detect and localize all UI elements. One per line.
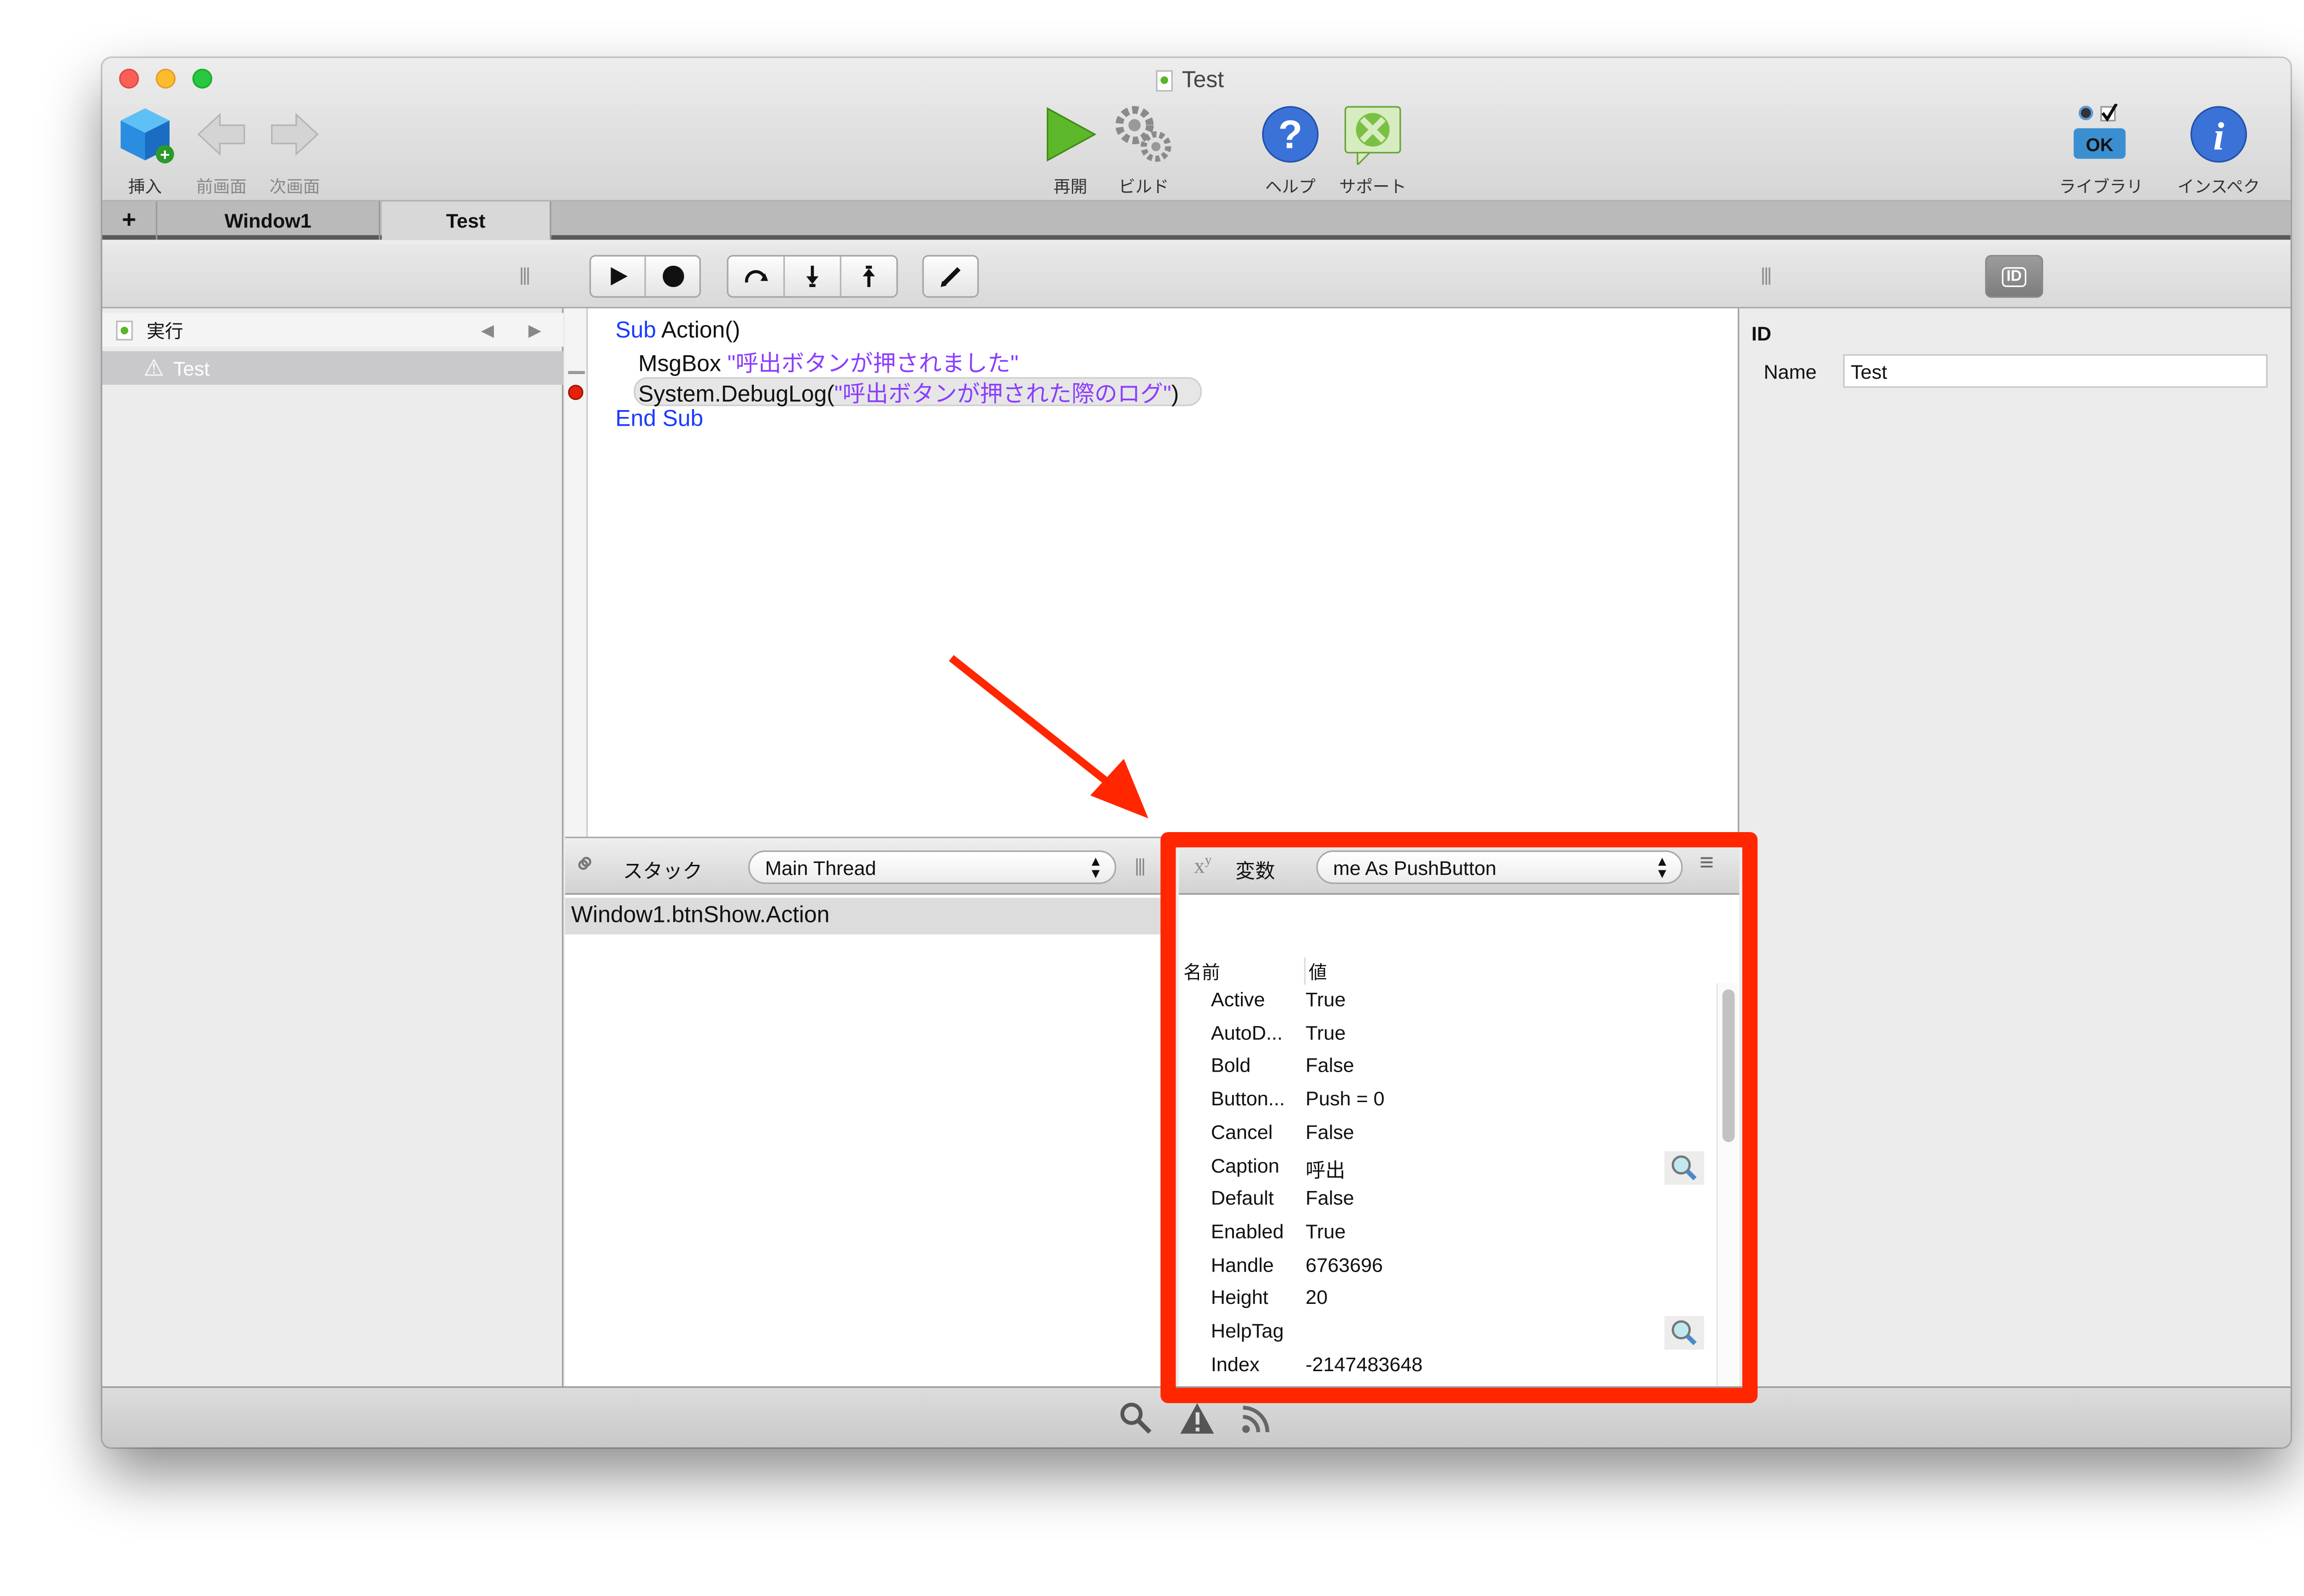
stack-header: ⚭ スタック Main Thread ▲ ▼ ||| <box>565 836 1162 895</box>
code-line: Sub Action() <box>615 317 740 343</box>
window-title: Test <box>1156 67 1224 93</box>
nav-back-arrow-icon[interactable]: ◀ <box>481 320 494 340</box>
resume-play-icon <box>1046 107 1097 162</box>
code-line: End Sub <box>615 406 703 432</box>
library-label: ライブラリ <box>2059 178 2143 197</box>
run-control-group <box>589 255 701 298</box>
sidebar-item-run[interactable]: 実行 ◀ ▶ <box>102 313 564 347</box>
minimize-button[interactable] <box>156 69 176 89</box>
zoom-button[interactable] <box>192 69 212 89</box>
close-button[interactable] <box>119 69 139 89</box>
id-icon: ID <box>2002 266 2027 287</box>
stop-circle-icon <box>662 265 683 287</box>
step-into-icon <box>806 265 819 287</box>
inspector-resize-grip[interactable]: ||| <box>1761 264 1772 285</box>
code-text: System.DebugLog( <box>638 381 835 408</box>
thread-select[interactable]: Main Thread ▲ ▼ <box>748 850 1117 884</box>
step-into-button[interactable] <box>785 256 841 296</box>
add-tab-button[interactable]: + <box>102 201 158 240</box>
run-button[interactable] <box>591 256 646 296</box>
pencil-icon <box>940 267 960 287</box>
insert-cube-icon: + <box>120 108 174 164</box>
code-string: "呼出ボタンが押された際のログ" <box>834 381 1171 408</box>
sidebar-item-test[interactable]: ⚠ Test <box>102 351 564 385</box>
svg-text:?: ? <box>1278 112 1303 157</box>
forward-arrow-icon <box>271 112 319 156</box>
code-line: MsgBox "呼出ボタンが押されました" <box>638 346 1018 379</box>
project-navigator: 実行 ◀ ▶ ⚠ Test <box>102 308 564 1386</box>
thread-select-value: Main Thread <box>765 856 876 879</box>
build-button[interactable]: ビルド <box>1098 104 1190 198</box>
help-button[interactable]: ? ヘルプ <box>1245 104 1336 198</box>
tab-window1[interactable]: Window1 <box>157 201 381 240</box>
library-icon: OK <box>2074 104 2126 159</box>
code-editor[interactable]: Sub Action() MsgBox "呼出ボタンが押されました" Syste… <box>565 308 1740 837</box>
support-button[interactable]: サポート <box>1327 104 1419 198</box>
event-icon: ⚠ <box>143 356 165 382</box>
build-label: ビルド <box>1118 178 1169 197</box>
code-keyword: Sub <box>615 317 656 344</box>
editor-toolbar: ||| ||| ID <box>102 244 2291 309</box>
code-text: MsgBox <box>638 351 728 377</box>
stop-button[interactable] <box>646 257 699 296</box>
stack-frame[interactable]: Window1.btnShow.Action <box>565 898 1162 935</box>
window-title-text: Test <box>1181 67 1224 94</box>
sidebar-item-label: Test <box>173 356 210 380</box>
highlight-box <box>1160 832 1758 1403</box>
warning-icon[interactable] <box>1179 1402 1216 1435</box>
support-label: サポート <box>1339 178 1407 197</box>
search-icon[interactable] <box>1119 1402 1153 1435</box>
panel-resize-grip[interactable]: ||| <box>1134 855 1146 876</box>
code-line: System.DebugLog("呼出ボタンが押された際のログ") <box>638 377 1179 410</box>
document-icon <box>1156 69 1173 91</box>
line-marker <box>568 371 585 374</box>
edit-button[interactable] <box>922 255 979 298</box>
forward-button[interactable]: 次画面 <box>249 104 341 198</box>
sidebar-item-label: 実行 <box>147 320 183 341</box>
step-control-group <box>727 255 898 298</box>
code-text: Action() <box>656 317 741 344</box>
stack-panel: ⚭ スタック Main Thread ▲ ▼ ||| Window1.btnSho… <box>565 836 1162 1386</box>
play-icon <box>610 267 627 286</box>
code-text: ) <box>1171 381 1179 408</box>
breakpoint-icon[interactable] <box>568 385 583 400</box>
svg-text:i: i <box>2213 114 2224 158</box>
code-string: "呼出ボタンが押されました" <box>727 351 1019 377</box>
inspector-section-title: ID <box>1751 322 1772 345</box>
step-over-button[interactable] <box>729 256 785 296</box>
tab-bar: + Window1 Test <box>102 201 2291 240</box>
feed-icon[interactable] <box>1240 1402 1274 1435</box>
svg-text:OK: OK <box>2086 135 2114 155</box>
step-over-icon <box>745 270 768 283</box>
forward-label: 次画面 <box>269 178 320 197</box>
back-arrow-icon <box>197 112 245 156</box>
code-keyword: End Sub <box>615 406 704 432</box>
stack-title: スタック <box>623 859 703 883</box>
step-out-icon <box>863 265 875 287</box>
id-inspector-button[interactable]: ID <box>1985 255 2043 298</box>
inspector-icon: i <box>2190 106 2247 163</box>
library-button[interactable]: OK ライブラリ <box>2055 104 2147 198</box>
run-icon <box>116 320 133 340</box>
support-icon <box>1344 106 1401 165</box>
name-field[interactable]: Test <box>1843 354 2268 388</box>
nav-forward-arrow-icon[interactable]: ▶ <box>529 320 541 340</box>
updown-chevron-icon: ▲ ▼ <box>1088 853 1103 881</box>
link-icon: ⚭ <box>566 845 606 885</box>
svg-text:+: + <box>160 145 170 164</box>
title-toolbar: Test + 挿入 前画面 次画面 再開 ビルド ? ヘルプ サポート OK ラ… <box>102 58 2291 222</box>
build-gears-icon <box>1115 106 1171 162</box>
help-icon: ? <box>1262 106 1319 163</box>
inspector-panel: ID Name Test <box>1739 308 2291 1386</box>
tab-test[interactable]: Test <box>382 201 552 240</box>
help-label: ヘルプ <box>1265 178 1316 197</box>
sidebar-resize-grip[interactable]: ||| <box>519 264 531 285</box>
editor-gutter[interactable] <box>565 308 588 837</box>
name-label: Name <box>1763 360 1817 383</box>
step-out-button[interactable] <box>841 257 896 296</box>
